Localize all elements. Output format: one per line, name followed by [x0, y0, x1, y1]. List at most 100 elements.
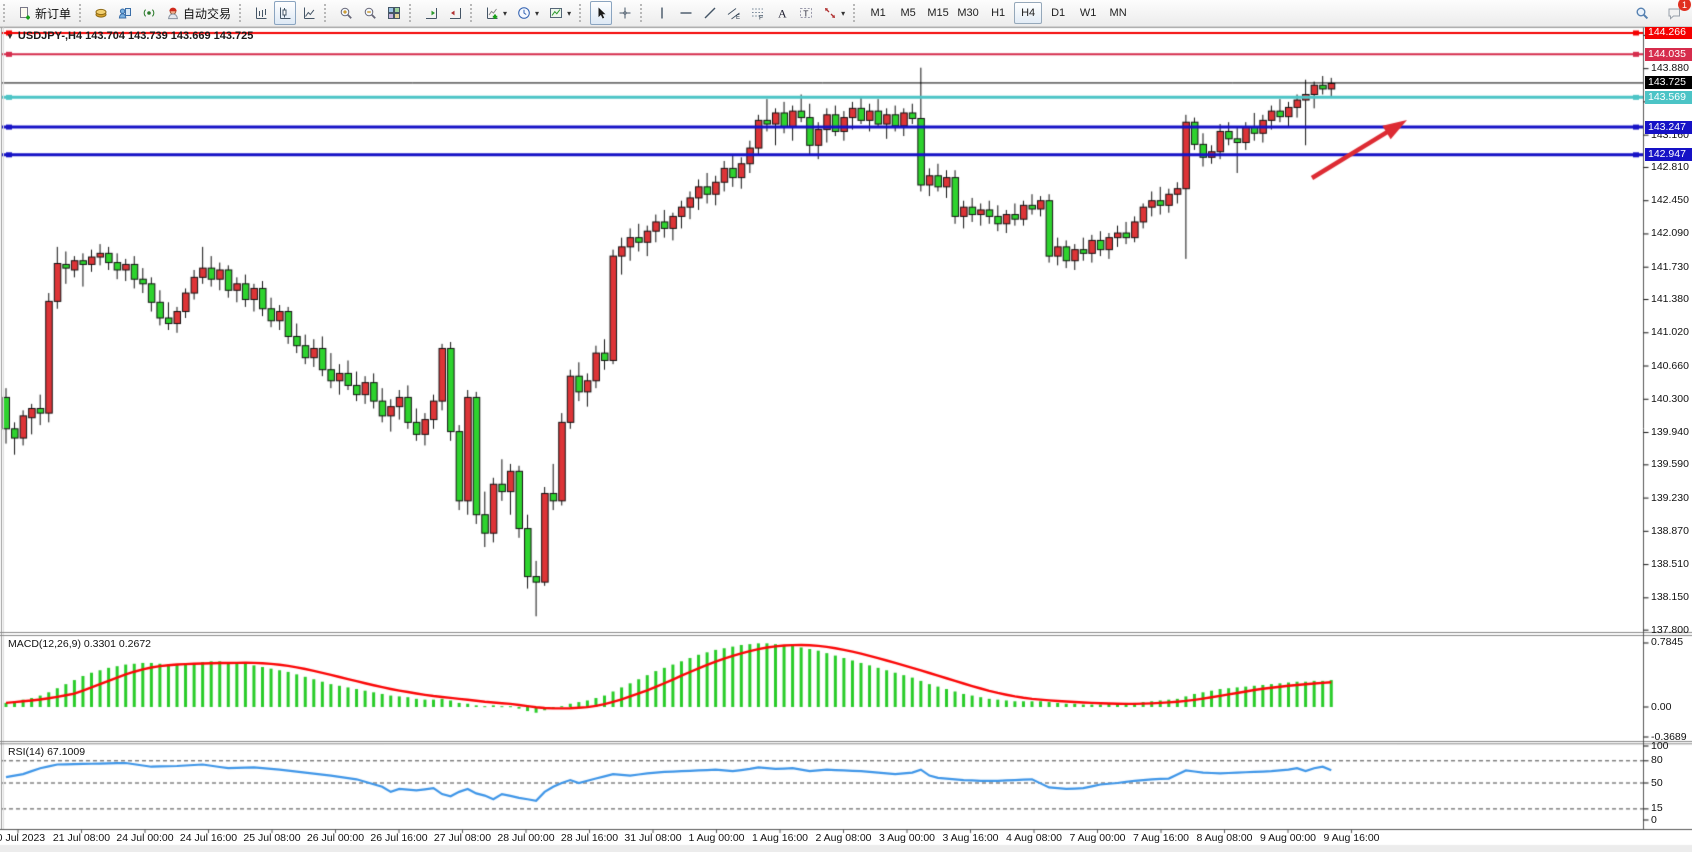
date-tick-label: 9 Aug 16:00	[1310, 832, 1394, 844]
chevron-down-icon: ▾	[841, 9, 845, 18]
tile-windows-button[interactable]	[383, 1, 405, 25]
toolbar: 新订单 自动交易 ▾ ▾ ▾ E F AT ▾ M1M5M15M30H1H4D1W1MN 1	[0, 0, 1692, 27]
text-label-icon: T	[799, 6, 813, 20]
line-chart-button[interactable]	[298, 1, 320, 25]
text-button[interactable]: A	[771, 1, 793, 25]
cursor-button[interactable]	[590, 1, 612, 25]
profiles-button[interactable]	[114, 1, 136, 25]
chevron-down-icon: ▾	[535, 9, 539, 18]
bar-chart-button[interactable]	[250, 1, 272, 25]
toolbar-grip	[579, 4, 586, 22]
timeframe-w1-button[interactable]: W1	[1074, 2, 1102, 24]
toolbar-grip	[470, 4, 477, 22]
profiles-icon	[118, 6, 132, 20]
zoom-in-icon	[339, 6, 353, 20]
autotrading-button[interactable]: 自动交易	[162, 1, 235, 25]
price-tick-label: 137.800	[1651, 624, 1689, 636]
price-level-label: 143.247	[1645, 121, 1692, 134]
svg-text:F: F	[759, 15, 763, 21]
chart-shift-button[interactable]	[444, 1, 466, 25]
equidistant-channel-button[interactable]: E	[723, 1, 745, 25]
chevron-down-icon: ▾	[503, 9, 507, 18]
line-chart-icon	[302, 6, 316, 20]
price-tick-label: 138.870	[1651, 525, 1689, 537]
auto-scroll-button[interactable]	[420, 1, 442, 25]
broadcast-icon	[142, 6, 156, 20]
broadcast-button[interactable]	[138, 1, 160, 25]
search-button[interactable]	[1631, 1, 1653, 25]
toolbar-grip	[640, 4, 647, 22]
price-level-label: 144.035	[1645, 48, 1692, 61]
arrows-icon	[823, 6, 837, 20]
timeframe-mn-button[interactable]: MN	[1104, 2, 1132, 24]
price-chart-canvas[interactable]	[0, 0, 1692, 852]
fibonacci-button[interactable]: F	[747, 1, 769, 25]
fibo-icon: F	[751, 6, 765, 20]
price-tick-label: 142.090	[1651, 227, 1689, 239]
price-level-label: 144.266	[1645, 26, 1692, 39]
bid-price-label: 143.725	[1645, 76, 1692, 89]
indicators-icon	[485, 6, 499, 20]
price-tick-label: 138.150	[1651, 591, 1689, 603]
timeframe-h1-button[interactable]: H1	[984, 2, 1012, 24]
zoom-out-button[interactable]	[359, 1, 381, 25]
rsi-label: RSI(14) 67.1009	[8, 746, 85, 758]
clock-icon	[517, 6, 531, 20]
price-tick-label: 140.660	[1651, 360, 1689, 372]
price-tick-label: 139.230	[1651, 492, 1689, 504]
timeframe-h4-button[interactable]: H4	[1014, 2, 1042, 24]
svg-text:E: E	[736, 15, 740, 20]
timeframe-m30-button[interactable]: M30	[954, 2, 982, 24]
new-order-button[interactable]: 新订单	[14, 1, 75, 25]
cursor-icon	[594, 6, 608, 20]
rsi-tick-label: 80	[1651, 754, 1663, 766]
vline-icon	[655, 6, 669, 20]
horizontal-line-button[interactable]	[675, 1, 697, 25]
timeframe-m5-button[interactable]: M5	[894, 2, 922, 24]
toolbar-grip	[79, 4, 86, 22]
notification-badge: 1	[1678, 0, 1691, 11]
button-label: 自动交易	[183, 5, 231, 22]
styler-button[interactable]	[90, 1, 112, 25]
price-tick-label: 141.730	[1651, 261, 1689, 273]
rsi-tick-label: 50	[1651, 777, 1663, 789]
price-level-label: 142.947	[1645, 148, 1692, 161]
toolbar-grip	[239, 4, 246, 22]
macd-tick-label: 0.00	[1651, 701, 1671, 713]
price-tick-label: 140.300	[1651, 393, 1689, 405]
timeframe-d1-button[interactable]: D1	[1044, 2, 1072, 24]
price-tick-label: 143.880	[1651, 62, 1689, 74]
timeframe-m1-button[interactable]: M1	[864, 2, 892, 24]
text-label-button[interactable]: T	[795, 1, 817, 25]
symbol-marker-icon: ▼	[6, 32, 14, 41]
auto-scroll-icon	[424, 6, 438, 20]
gold-icon	[94, 6, 108, 20]
price-tick-label: 141.380	[1651, 293, 1689, 305]
channel-icon: E	[727, 6, 741, 20]
trendline-button[interactable]	[699, 1, 721, 25]
price-tick-label: 142.810	[1651, 161, 1689, 173]
periods-button[interactable]: ▾	[513, 1, 543, 25]
text-icon: A	[775, 6, 789, 20]
toolbar-grip	[853, 4, 860, 22]
indicators-button[interactable]: ▾	[481, 1, 511, 25]
toolbar-grip	[409, 4, 416, 22]
button-label: 新订单	[35, 5, 71, 22]
tile-icon	[387, 6, 401, 20]
template-icon	[549, 6, 563, 20]
crosshair-button[interactable]	[614, 1, 636, 25]
price-tick-label: 139.590	[1651, 458, 1689, 470]
timeframe-m15-button[interactable]: M15	[924, 2, 952, 24]
zoom-in-button[interactable]	[335, 1, 357, 25]
templates-button[interactable]: ▾	[545, 1, 575, 25]
chart-shift-icon	[448, 6, 462, 20]
search-icon	[1635, 6, 1649, 20]
chat-button[interactable]: 1	[1663, 1, 1685, 25]
candlestick-button[interactable]	[274, 1, 296, 25]
vertical-line-button[interactable]	[651, 1, 673, 25]
arrows-button[interactable]: ▾	[819, 1, 849, 25]
mt4-terminal: 新订单自动交易▾▾▾EFAT▾M1M5M15M30H1H4D1W1MN1 ▼ U…	[0, 0, 1692, 852]
svg-text:A: A	[778, 7, 787, 21]
rsi-tick-label: 0	[1651, 814, 1657, 826]
price-tick-label: 138.510	[1651, 558, 1689, 570]
